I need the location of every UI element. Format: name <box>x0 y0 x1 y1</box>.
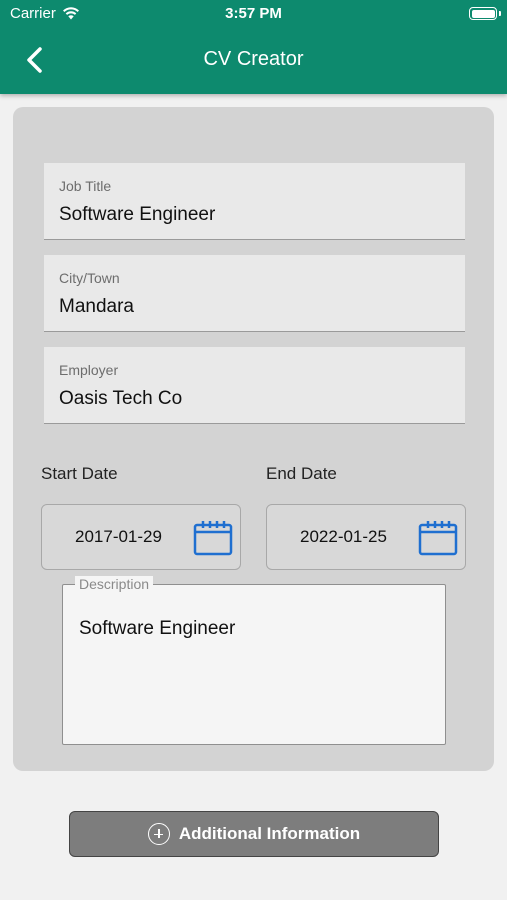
page-title: CV Creator <box>203 48 304 70</box>
city-label: City/Town <box>59 270 120 286</box>
plus-circle-icon <box>147 823 170 845</box>
additional-information-button[interactable]: Additional Information <box>69 811 439 857</box>
status-time: 3:57 PM <box>225 5 282 22</box>
job-title-value[interactable]: Software Engineer <box>59 204 215 226</box>
battery-icon <box>469 7 501 20</box>
additional-information-label: Additional Information <box>178 824 361 843</box>
end-date-picker[interactable]: 2022-01-25 <box>266 504 466 570</box>
status-bar: Carrier 3:57 PM <box>0 0 507 28</box>
description-value[interactable]: Software Engineer <box>79 618 235 640</box>
employer-field[interactable]: Employer Oasis Tech Co <box>44 347 465 424</box>
end-date-label: End Date <box>266 464 337 483</box>
start-date-label: Start Date <box>41 464 118 483</box>
city-value[interactable]: Mandara <box>59 296 134 318</box>
employer-label: Employer <box>59 362 119 378</box>
job-title-field[interactable]: Job Title Software Engineer <box>44 163 465 240</box>
nav-bar: Carrier 3:57 PM CV Creator <box>0 0 507 94</box>
description-label: Description <box>75 576 154 592</box>
employer-value[interactable]: Oasis Tech Co <box>59 388 182 410</box>
city-field[interactable]: City/Town Mandara <box>44 255 465 332</box>
start-date-picker[interactable]: 2017-01-29 <box>41 504 241 570</box>
calendar-icon[interactable] <box>193 520 233 556</box>
calendar-icon[interactable] <box>418 520 458 556</box>
start-date-value: 2017-01-29 <box>75 527 162 546</box>
end-date-value: 2022-01-25 <box>300 527 387 546</box>
description-field[interactable]: Description Software Engineer <box>62 576 446 745</box>
job-title-label: Job Title <box>59 178 112 194</box>
experience-form-card: Job Title Software Engineer City/Town Ma… <box>13 107 494 771</box>
